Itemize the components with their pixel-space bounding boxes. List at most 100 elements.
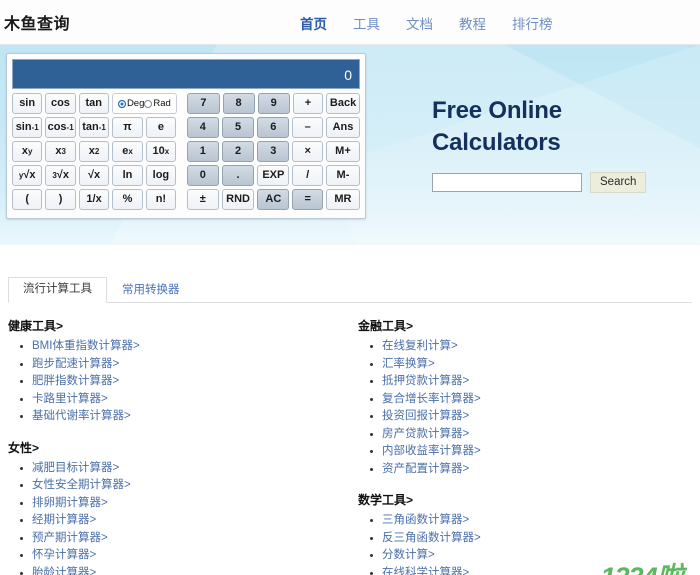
- calc-key-x[interactable]: 3 √x: [45, 165, 76, 186]
- calc-key-[interactable]: (: [12, 189, 43, 210]
- main-navigation: 首页 工具 文档 教程 排行榜: [300, 0, 553, 45]
- calc-key-5[interactable]: 5: [221, 117, 255, 138]
- tab-0[interactable]: 流行计算工具: [8, 277, 107, 303]
- tool-link[interactable]: 卡路里计算器>: [32, 393, 108, 405]
- calc-key-op-4[interactable]: =: [292, 189, 323, 210]
- calc-key-7[interactable]: 7: [187, 93, 220, 114]
- tool-link[interactable]: 分数计算>: [382, 549, 435, 561]
- calc-key-10[interactable]: 10 x: [145, 141, 177, 162]
- tool-link[interactable]: 预产期计算器>: [32, 532, 108, 544]
- calculator-row-1: sin -1 cos -1 tan -1 π e 4 5 6– Ans: [12, 117, 360, 138]
- category-link-list: 在线复利计算> 汇率换算> 抵押贷款计算器> 复合增长率计算器> 投资回报计算器> 房产贷…: [358, 337, 682, 477]
- deg-label: Deg: [126, 98, 145, 109]
- tool-link[interactable]: 跑步配速计算器>: [32, 358, 119, 370]
- calc-key-[interactable]: %: [112, 189, 143, 210]
- nav-item-2[interactable]: 文档: [406, 13, 433, 33]
- calc-key-8[interactable]: 8: [222, 93, 255, 114]
- calc-key-x[interactable]: √x: [78, 165, 110, 186]
- calc-key-0[interactable]: 0: [186, 165, 219, 186]
- tab-1[interactable]: 常用转换器: [107, 278, 195, 303]
- tool-link[interactable]: 反三角函数计算器>: [382, 532, 481, 544]
- calc-key-M[interactable]: M+: [325, 141, 360, 162]
- calc-key-log[interactable]: log: [145, 165, 177, 186]
- scientific-calculator[interactable]: 0 sin cos tan Deg Rad 7 8 9 + Back sin -1 cos -1 tan -1…: [6, 53, 366, 219]
- tool-link[interactable]: 资产配置计算器>: [382, 463, 469, 475]
- tool-link[interactable]: 女性安全期计算器>: [32, 479, 131, 491]
- calc-key-op-0[interactable]: +: [292, 93, 324, 114]
- calc-key-cos[interactable]: cos: [45, 93, 76, 114]
- calc-key-x[interactable]: xy: [12, 141, 43, 162]
- calc-key-6[interactable]: 6: [257, 117, 290, 138]
- tool-link[interactable]: 基础代谢率计算器>: [32, 410, 131, 422]
- calc-key-op-1[interactable]: –: [292, 117, 323, 138]
- calc-key-op-3[interactable]: /: [292, 165, 323, 186]
- tool-link[interactable]: 经期计算器>: [32, 514, 96, 526]
- list-item: 汇率换算>: [382, 355, 682, 373]
- calc-key-x[interactable]: x2: [78, 141, 110, 162]
- calc-key-RND[interactable]: RND: [221, 189, 255, 210]
- calc-key-Back[interactable]: Back: [326, 93, 361, 114]
- tool-link[interactable]: 投资回报计算器>: [382, 410, 469, 422]
- nav-item-3[interactable]: 教程: [459, 13, 486, 33]
- tool-link[interactable]: 复合增长率计算器>: [382, 393, 481, 405]
- tool-link[interactable]: 在线复利计算>: [382, 340, 458, 352]
- tool-link[interactable]: 在线科学计算器>: [382, 567, 469, 575]
- calc-key-1[interactable]: 1: [186, 141, 219, 162]
- calc-key-AC[interactable]: AC: [257, 189, 290, 210]
- calc-key-cos[interactable]: cos -1: [45, 117, 76, 138]
- calc-key-e[interactable]: ex: [112, 141, 143, 162]
- calc-key-[interactable]: .: [221, 165, 255, 186]
- calc-key-MR[interactable]: MR: [325, 189, 360, 210]
- calc-key-[interactable]: ±: [186, 189, 219, 210]
- angle-mode-toggle[interactable]: Deg Rad: [111, 93, 177, 114]
- calc-key-tan[interactable]: tan: [78, 93, 109, 114]
- calc-key-x[interactable]: y √x: [12, 165, 43, 186]
- list-item: 投资回报计算器>: [382, 407, 682, 425]
- tool-link[interactable]: 抵押贷款计算器>: [382, 375, 469, 387]
- calc-key-sin[interactable]: sin -1: [12, 117, 43, 138]
- keypad-gap: [179, 117, 184, 138]
- nav-item-1[interactable]: 工具: [353, 13, 380, 33]
- tool-link[interactable]: 肥胖指数计算器>: [32, 375, 119, 387]
- site-logo[interactable]: 木鱼查询: [4, 10, 70, 34]
- rad-radio[interactable]: [144, 99, 153, 108]
- tool-link[interactable]: 胎龄计算器>: [32, 567, 96, 575]
- tool-link[interactable]: 排卵期计算器>: [32, 497, 108, 509]
- nav-item-4[interactable]: 排行榜: [512, 13, 553, 33]
- tool-link[interactable]: 减肥目标计算器>: [32, 462, 119, 474]
- tool-link[interactable]: 怀孕计算器>: [32, 549, 96, 561]
- tool-link[interactable]: BMI体重指数计算器>: [32, 340, 140, 352]
- calc-key-x[interactable]: x3: [45, 141, 76, 162]
- calc-key-EXP[interactable]: EXP: [257, 165, 290, 186]
- calc-key-9[interactable]: 9: [257, 93, 290, 114]
- list-item: 抵押贷款计算器>: [382, 372, 682, 390]
- calc-key-4[interactable]: 4: [186, 117, 219, 138]
- list-item: 肥胖指数计算器>: [32, 372, 340, 390]
- tool-link[interactable]: 三角函数计算器>: [382, 514, 469, 526]
- category-title: 数学工具>: [358, 493, 414, 507]
- search-input[interactable]: [432, 172, 582, 192]
- calc-key-3[interactable]: 3: [257, 141, 290, 162]
- search-button[interactable]: Search: [590, 171, 647, 193]
- tool-link[interactable]: 房产贷款计算器>: [382, 428, 469, 440]
- deg-radio[interactable]: [117, 99, 126, 108]
- calc-key-ln[interactable]: ln: [112, 165, 143, 186]
- calc-key-2[interactable]: 2: [221, 141, 255, 162]
- calc-key-Ans[interactable]: Ans: [325, 117, 360, 138]
- list-item: 复合增长率计算器>: [382, 390, 682, 408]
- tool-link[interactable]: 内部收益率计算器>: [382, 445, 481, 457]
- calc-key-e[interactable]: e: [145, 117, 177, 138]
- list-item: 三角函数计算器>: [382, 511, 682, 529]
- calc-key-[interactable]: ): [45, 189, 76, 210]
- tool-columns: 健康工具> BMI体重指数计算器> 跑步配速计算器> 肥胖指数计算器> 卡路里计算器> 基…: [8, 317, 692, 575]
- calc-key-tan[interactable]: tan -1: [78, 117, 110, 138]
- calc-key-M[interactable]: M-: [325, 165, 360, 186]
- calc-key-1x[interactable]: 1/x: [78, 189, 110, 210]
- calc-key-sin[interactable]: sin: [12, 93, 43, 114]
- calc-key-n[interactable]: n!: [145, 189, 177, 210]
- calc-key-[interactable]: π: [112, 117, 143, 138]
- tool-link[interactable]: 汇率换算>: [382, 358, 435, 370]
- calc-key-op-2[interactable]: ×: [292, 141, 323, 162]
- list-item: 经期计算器>: [32, 511, 340, 529]
- nav-item-0[interactable]: 首页: [300, 13, 327, 33]
